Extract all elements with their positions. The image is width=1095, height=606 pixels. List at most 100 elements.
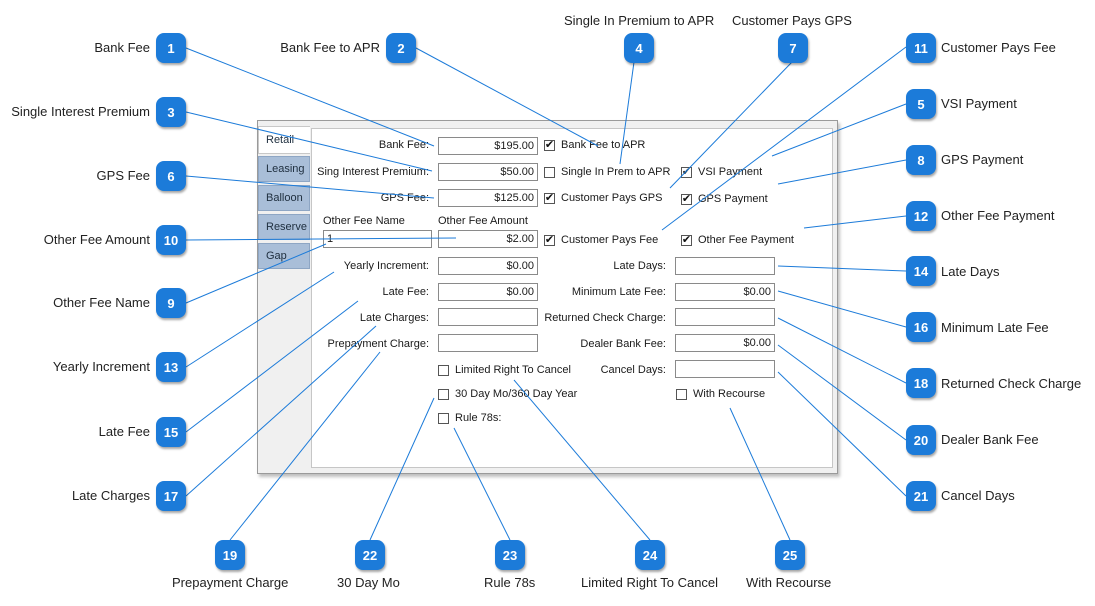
check-icon: ✔ xyxy=(681,165,692,178)
callout-badge: 18 xyxy=(906,368,936,398)
late-fee-label: Late Fee: xyxy=(382,286,429,298)
callout-badge: 7 xyxy=(778,33,808,63)
dealer-bank-fee-field[interactable]: $0.00 xyxy=(675,334,775,352)
check-icon: ✔ xyxy=(681,233,692,246)
callout-label: Cancel Days xyxy=(941,488,1015,503)
callout-badge: 6 xyxy=(156,161,186,191)
callout-label: Yearly Increment xyxy=(52,359,150,374)
callout-badge: 12 xyxy=(906,201,936,231)
30-day-mo-checkbox[interactable]: 30 Day Mo/360 Day Year xyxy=(438,388,577,400)
bank-fee-to-apr-label: Bank Fee to APR xyxy=(561,139,646,151)
callout-label: GPS Fee xyxy=(96,168,150,183)
callout-label: Late Fee xyxy=(98,424,150,439)
late-days-field[interactable] xyxy=(675,257,775,275)
tab-reserve[interactable]: Reserve xyxy=(258,214,310,240)
minimum-late-fee-field[interactable]: $0.00 xyxy=(675,283,775,301)
check-icon xyxy=(438,412,449,424)
rule-78s-checkbox[interactable]: Rule 78s: xyxy=(438,412,501,424)
with-recourse-label: With Recourse xyxy=(693,388,766,400)
callout-badge: 9 xyxy=(156,288,186,318)
other-fee-payment-checkbox[interactable]: ✔ Other Fee Payment xyxy=(681,234,794,246)
callout-label: Late Charges xyxy=(71,488,150,503)
callout-badge: 22 xyxy=(355,540,385,570)
callout-badge: 4 xyxy=(624,33,654,63)
vsi-payment-checkbox[interactable]: ✔ VSI Payment xyxy=(681,166,762,178)
customer-pays-fee-label: Customer Pays Fee xyxy=(561,234,659,246)
tab-retail[interactable]: Retail xyxy=(258,126,310,154)
other-fee-name-header: Other Fee Name xyxy=(323,215,405,227)
check-icon: ✔ xyxy=(544,191,555,204)
callout-badge: 23 xyxy=(495,540,525,570)
callout-label: Other Fee Payment xyxy=(941,208,1055,223)
tab-balloon[interactable]: Balloon xyxy=(258,185,310,211)
sing-interest-premium-field[interactable]: $50.00 xyxy=(438,163,538,181)
tab-gap[interactable]: Gap xyxy=(258,243,310,269)
check-icon: ✔ xyxy=(681,192,692,205)
callout-badge: 15 xyxy=(156,417,186,447)
callout-label: Single Interest Premium xyxy=(11,104,150,119)
callout-label: Limited Right To Cancel xyxy=(581,575,719,590)
check-icon: ✔ xyxy=(544,233,555,246)
callout-label: Rule 78s xyxy=(484,575,536,590)
callout-badge: 3 xyxy=(156,97,186,127)
other-fee-amount-field[interactable]: $2.00 xyxy=(438,230,538,248)
callout-label: Other Fee Amount xyxy=(43,232,150,247)
rule-78s-label: Rule 78s: xyxy=(455,412,502,424)
gps-fee-label: GPS Fee: xyxy=(380,192,429,204)
callout-badge: 10 xyxy=(156,225,186,255)
tab-leasing[interactable]: Leasing xyxy=(258,156,310,182)
gps-fee-field[interactable]: $125.00 xyxy=(438,189,538,207)
prepayment-charge-field[interactable] xyxy=(438,334,538,352)
callout-badge: 14 xyxy=(906,256,936,286)
single-in-prem-to-apr-label: Single In Prem to APR xyxy=(561,166,671,178)
customer-pays-fee-checkbox[interactable]: ✔ Customer Pays Fee xyxy=(544,234,658,246)
gps-payment-label: GPS Payment xyxy=(698,193,768,205)
yearly-increment-label: Yearly Increment: xyxy=(343,260,429,272)
callout-badge: 25 xyxy=(775,540,805,570)
callout-label: Dealer Bank Fee xyxy=(941,432,1039,447)
callout-label: Other Fee Name xyxy=(53,295,150,310)
check-icon xyxy=(544,166,555,178)
with-recourse-checkbox[interactable]: With Recourse xyxy=(676,388,765,400)
callout-label: Minimum Late Fee xyxy=(941,320,1049,335)
check-icon xyxy=(438,364,449,376)
bank-fee-field[interactable]: $195.00 xyxy=(438,137,538,155)
callout-label: GPS Payment xyxy=(941,152,1024,167)
yearly-increment-field[interactable]: $0.00 xyxy=(438,257,538,275)
callout-badge: 5 xyxy=(906,89,936,119)
callout-label: Prepayment Charge xyxy=(172,575,289,590)
late-fee-field[interactable]: $0.00 xyxy=(438,283,538,301)
returned-check-charge-field[interactable] xyxy=(675,308,775,326)
callout-badge: 2 xyxy=(386,33,416,63)
bank-fee-to-apr-checkbox[interactable]: ✔ Bank Fee to APR xyxy=(544,139,645,151)
callout-label: Returned Check Charge xyxy=(941,376,1082,391)
cancel-days-label: Cancel Days: xyxy=(600,364,666,376)
customer-pays-gps-checkbox[interactable]: ✔ Customer Pays GPS xyxy=(544,192,662,204)
cancel-days-field[interactable] xyxy=(675,360,775,378)
late-charges-field[interactable] xyxy=(438,308,538,326)
callout-badge: 19 xyxy=(215,540,245,570)
minimum-late-fee-label: Minimum Late Fee: xyxy=(571,286,666,298)
limited-right-to-cancel-label: Limited Right To Cancel xyxy=(455,364,571,376)
30-day-mo-label: 30 Day Mo/360 Day Year xyxy=(455,388,578,400)
callout-badge: 11 xyxy=(906,33,936,63)
check-icon xyxy=(438,388,449,400)
callout-label: Customer Pays Fee xyxy=(941,40,1056,55)
prepayment-charge-label: Prepayment Charge: xyxy=(327,338,430,350)
gps-payment-checkbox[interactable]: ✔ GPS Payment xyxy=(681,193,768,205)
callout-badge: 8 xyxy=(906,145,936,175)
callout-badge: 1 xyxy=(156,33,186,63)
other-fee-name-field[interactable]: 1 xyxy=(323,230,432,248)
returned-check-charge-label: Returned Check Charge: xyxy=(544,312,666,324)
other-fee-amount-header: Other Fee Amount xyxy=(438,215,528,227)
late-days-label: Late Days: xyxy=(613,260,666,272)
callout-label: VSI Payment xyxy=(941,96,1017,111)
callout-label: Bank Fee xyxy=(94,40,150,55)
check-icon xyxy=(676,388,687,400)
callout-label: With Recourse xyxy=(746,575,832,590)
limited-right-to-cancel-checkbox[interactable]: Limited Right To Cancel xyxy=(438,364,571,376)
bank-fee-label: Bank Fee: xyxy=(378,139,429,151)
single-in-prem-to-apr-checkbox[interactable]: Single In Prem to APR xyxy=(544,166,670,178)
callout-label: Customer Pays GPS xyxy=(732,13,852,28)
callout-badge: 16 xyxy=(906,312,936,342)
